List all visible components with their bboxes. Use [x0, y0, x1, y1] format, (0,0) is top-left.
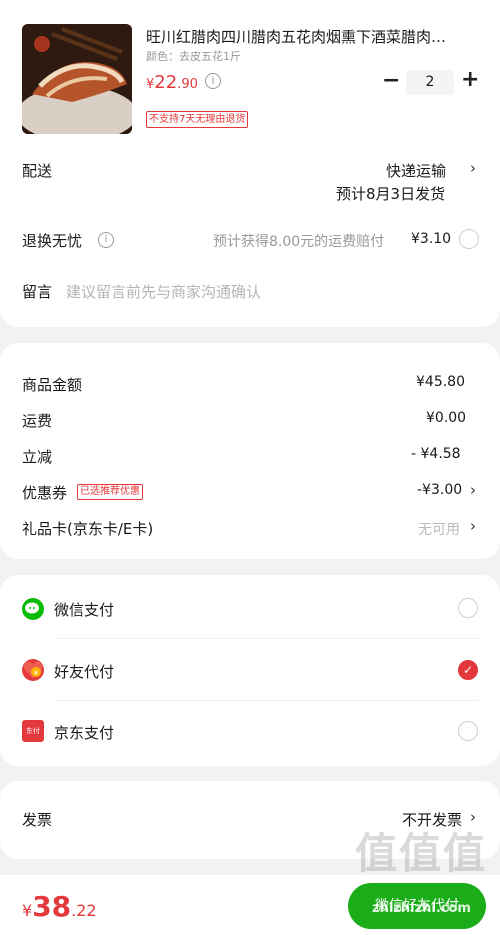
coupon-chevron-icon[interactable]: ›	[470, 481, 476, 499]
watermark-url: zhizhizhi.com	[372, 901, 471, 916]
wechat-pay-icon	[22, 598, 44, 620]
product-thumbnail[interactable]	[22, 24, 132, 134]
shipping-label: 配送	[22, 162, 53, 180]
payment-divider	[54, 638, 478, 639]
giftcard-label: 礼品卡(京东卡/E卡)	[22, 520, 154, 538]
total-decimal: .22	[71, 901, 97, 920]
return-info-icon[interactable]: i	[98, 232, 114, 248]
price-integer: 22	[154, 72, 178, 93]
quantity-input[interactable]: 2	[406, 70, 454, 95]
shipping-eta: 预计8月3日发货	[336, 185, 446, 203]
price-decimal: .90	[177, 77, 198, 92]
freight-value: ¥0.00	[426, 410, 467, 426]
payment-divider	[54, 700, 478, 701]
goods-amount-label: 商品金额	[22, 376, 83, 394]
coupon-value[interactable]: -¥3.00	[417, 482, 462, 498]
return-worry-free-price: ¥3.10	[411, 231, 452, 247]
return-worry-free-label: 退换无忧	[22, 232, 83, 250]
no-return-badge: 不支持7天无理由退货	[146, 111, 249, 128]
total-integer: 38	[32, 890, 72, 923]
friend-pay-label[interactable]: 好友代付	[54, 661, 114, 682]
friend-pay-radio-checked[interactable]: ✓	[458, 660, 478, 680]
shipping-chevron-icon[interactable]: ›	[470, 159, 476, 177]
friend-pay-icon: ¥	[22, 659, 44, 681]
total-symbol: ¥	[22, 901, 33, 920]
return-worry-free-desc: 预计获得8.00元的运费赔付	[213, 234, 385, 250]
shipping-method[interactable]: 快递运输	[386, 160, 446, 181]
coupon-recommended-tag: 已选推荐优惠	[77, 484, 143, 500]
quantity-minus-button[interactable]: −	[382, 68, 400, 93]
wechat-pay-label[interactable]: 微信支付	[54, 599, 114, 620]
product-variant[interactable]: 颜色：去皮五花1斤	[146, 48, 241, 64]
return-worry-free-radio[interactable]	[459, 229, 479, 249]
jd-pay-label[interactable]: 京东支付	[54, 722, 114, 743]
goods-amount-value: ¥45.80	[416, 374, 465, 390]
friend-pay-icon-glyph: ¥	[34, 669, 39, 677]
product-title[interactable]: 旺川红腊肉四川腊肉五花肉烟熏下酒菜腊肉…	[146, 26, 476, 47]
message-input[interactable]: 建议留言前先与商家沟通确认	[66, 281, 261, 302]
total-price: ¥38.22	[22, 890, 97, 923]
message-label: 留言	[22, 283, 53, 301]
discount-value: - ¥4.58	[411, 446, 461, 462]
jd-pay-radio[interactable]	[458, 721, 478, 741]
price-info-icon[interactable]: i	[205, 73, 221, 89]
giftcard-chevron-icon[interactable]: ›	[470, 517, 476, 535]
giftcard-value[interactable]: 无可用	[418, 519, 460, 539]
wechat-pay-radio[interactable]	[458, 598, 478, 618]
discount-label: 立减	[22, 448, 53, 466]
watermark-logo: 值值值	[355, 829, 488, 878]
jd-pay-icon: 东付	[22, 720, 44, 742]
invoice-label: 发票	[22, 811, 53, 829]
quantity-plus-button[interactable]: +	[461, 67, 479, 92]
coupon-label: 优惠券	[22, 484, 68, 502]
product-price: ¥22.90	[146, 72, 198, 93]
freight-label: 运费	[22, 412, 53, 430]
